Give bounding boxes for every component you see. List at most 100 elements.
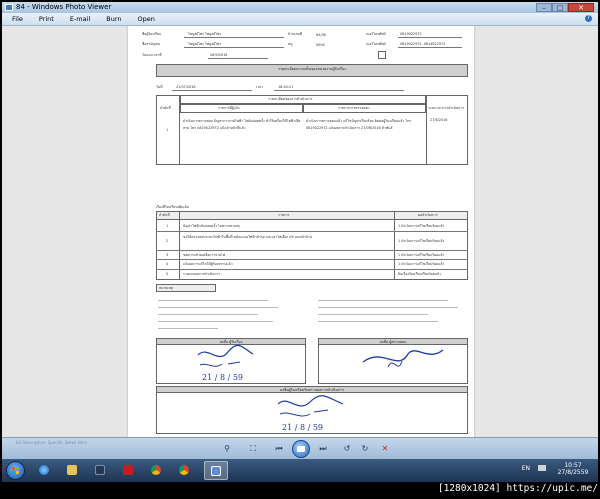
field-label: ชื่อผู้ร้องเรียน: [142, 32, 162, 36]
field-label: วันและเวลาที่: [142, 53, 162, 57]
slideshow-button[interactable]: [292, 440, 310, 458]
watermark-text: [1280x1024] https://upic.me/: [437, 483, 598, 494]
image-viewport[interactable]: ชื่อผู้ร้องเรียน ไพบูลย์ไพร ไพบูลย์ไพร บ…: [2, 26, 598, 437]
field-label: บ้านเลขที่: [288, 32, 303, 36]
clock-time: 10:57: [564, 462, 582, 469]
row-cell: 27/8/2016: [430, 118, 448, 122]
taskbar-ie[interactable]: [34, 461, 54, 480]
maximize-button[interactable]: □: [552, 3, 568, 12]
field-value: 0004: [316, 43, 325, 47]
close-button[interactable]: ✕: [568, 3, 594, 12]
folder-icon: [67, 465, 77, 475]
col-header: รายการที่ผู้แจ้ง: [218, 106, 240, 110]
taskbar-explorer[interactable]: [62, 461, 82, 480]
rotate-cw-icon[interactable]: ↻: [358, 443, 372, 455]
date-value: 21/07/2016: [176, 85, 196, 89]
col-header: ลำดับที่: [160, 106, 171, 110]
field-value: 64/36: [316, 33, 326, 37]
field-label: เบอร์โทรศัพท์: [366, 32, 386, 36]
taskbar-chrome-2[interactable]: [174, 461, 194, 480]
time-value: 18:44:21: [278, 85, 294, 89]
fit-window-icon[interactable]: ⛶: [246, 443, 260, 455]
field-label: หมู่: [288, 42, 293, 46]
row-cell: ดำเนินการตรวจสอบ ปัญหาการจ่ายไฟฟ้า ไฟดับ…: [183, 119, 301, 130]
start-button[interactable]: [6, 461, 25, 480]
menu-open[interactable]: Open: [138, 15, 155, 23]
chrome-icon: [151, 465, 161, 475]
date-label: วันที่: [156, 85, 163, 89]
menu-burn[interactable]: Burn: [106, 15, 121, 23]
delete-icon[interactable]: ✕: [378, 443, 392, 455]
menu-email[interactable]: E-mail: [70, 15, 90, 23]
row-number: 5: [166, 272, 169, 276]
clock[interactable]: 10:57 27/8/2559: [556, 462, 590, 476]
flag-icon[interactable]: [538, 465, 546, 471]
col-header: รายการการตรวจสอบ: [338, 106, 370, 110]
field-value: 0819022972: [400, 32, 422, 36]
taskbar-media[interactable]: [90, 461, 110, 480]
taskbar-photo-viewer[interactable]: [204, 461, 228, 480]
photo-viewer-icon: [211, 466, 221, 476]
table-header: รายละเอียดของการดำเนินการ: [268, 97, 313, 101]
media-icon: [95, 465, 105, 475]
sig-date: 21 / 8 / 59: [202, 373, 243, 382]
row-cell: ขอความช่วยเหลือการจ่ายไฟ: [183, 253, 226, 257]
watermark-bar: [1280x1024] https://upic.me/: [0, 482, 600, 499]
clock-date: 27/8/2559: [557, 469, 589, 476]
col-header: ระยะเวลาการดำเนินการ: [428, 106, 464, 110]
handwritten-signature: 21 / 8 / 59: [277, 395, 344, 432]
section-title: รายละเอียดความเห็นของหน่วยงานผู้รับเรื่อ…: [278, 67, 346, 71]
row-cell: รายงานผลการดำเนินการ: [183, 272, 221, 276]
row-cell: ปัญหาไฟฟ้าดับบ่อยครั้ง ไม่ทราบสาเหตุ: [183, 224, 240, 228]
zoom-icon[interactable]: ⚲: [220, 443, 234, 455]
row-number: 1: [166, 128, 169, 132]
field-label: ชื่อสามัญชน: [142, 42, 161, 46]
pdf-icon: [123, 465, 133, 475]
row-cell: 1 ดำเนินการแก้ไขเรียบร้อยแล้ว: [398, 253, 445, 257]
menu-print[interactable]: Print: [39, 15, 54, 23]
row-cell: 1 ดำเนินการแก้ไขเรียบร้อยแล้ว: [398, 239, 445, 243]
previous-icon[interactable]: ⏮: [272, 443, 286, 455]
col-header: ลำดับที่: [159, 213, 170, 217]
screen: 84 - Windows Photo Viewer – □ ✕ File Pri…: [0, 0, 600, 499]
field-label: เบอร์โทรศัพท์: [366, 42, 386, 46]
row-cell: ปิดเรื่องร้องเรียนเรียบร้อยแล้ว: [398, 272, 441, 276]
rotate-ccw-icon[interactable]: ↺: [340, 443, 354, 455]
row-cell: ดำเนินการตรวจสอบแล้ว แก้ไขปัญหาเรียบร้อย…: [306, 119, 412, 130]
section-title: เรื่องที่ร้องเรียนเพิ่มเติม: [156, 205, 189, 209]
row-cell: 1 ดำเนินการแก้ไขเรียบร้อยแล้ว: [398, 262, 445, 266]
taskbar: EN 10:57 27/8/2559: [2, 459, 598, 482]
help-icon[interactable]: ?: [585, 15, 592, 22]
sig-date: 21 / 8 / 59: [282, 423, 323, 432]
row-number: 2: [166, 239, 169, 243]
chrome-icon: [179, 465, 189, 475]
field-value: 0819022972, 0614822972: [400, 42, 446, 46]
taskbar-acrobat[interactable]: [118, 461, 138, 480]
window-title: 84 - Windows Photo Viewer: [16, 3, 112, 11]
handwritten-signature: 21 / 8 / 59: [197, 344, 254, 382]
col-header: ผลดำเนินการ: [418, 213, 438, 217]
row-cell: แจ้งผลการแก้ไขให้ผู้ร้องทราบแล้ว: [183, 262, 233, 266]
handwritten-signature: [362, 349, 444, 368]
notes-title: หมายเหตุ: [159, 286, 173, 290]
menu-bar: File Print E-mail Burn Open ?: [2, 13, 598, 26]
scanned-document: ชื่อผู้ร้องเรียน ไพบูลย์ไพร ไพบูลย์ไพร บ…: [128, 26, 474, 437]
row-cell: 1 ดำเนินการแก้ไขเรียบร้อยแล้ว: [398, 224, 445, 228]
menu-file[interactable]: File: [12, 15, 23, 23]
language-indicator[interactable]: EN: [522, 465, 530, 472]
taskbar-chrome[interactable]: [146, 461, 166, 480]
next-icon[interactable]: ⏭: [316, 443, 330, 455]
field-value: 28/9/2016: [210, 53, 228, 57]
col-header: รายการ: [278, 213, 290, 217]
row-number: 1: [166, 224, 169, 228]
title-bar: 84 - Windows Photo Viewer – □ ✕: [2, 2, 598, 13]
image-info-text: 84 Description: Specific Detail Here: [16, 440, 88, 445]
ie-icon: [39, 465, 49, 475]
row-number: 4: [166, 262, 169, 266]
time-label: เวลา: [256, 85, 264, 89]
row-cell: ขอให้ตรวจสอบระบบไฟฟ้าในพื้นที่ หม้อแปลงไ…: [183, 235, 313, 239]
viewer-controls: 84 Description: Specific Detail Here ⚲ ⛶…: [2, 437, 598, 460]
photo-viewer-icon: [5, 4, 13, 11]
row-number: 3: [166, 253, 169, 257]
minimize-button[interactable]: –: [536, 3, 552, 12]
